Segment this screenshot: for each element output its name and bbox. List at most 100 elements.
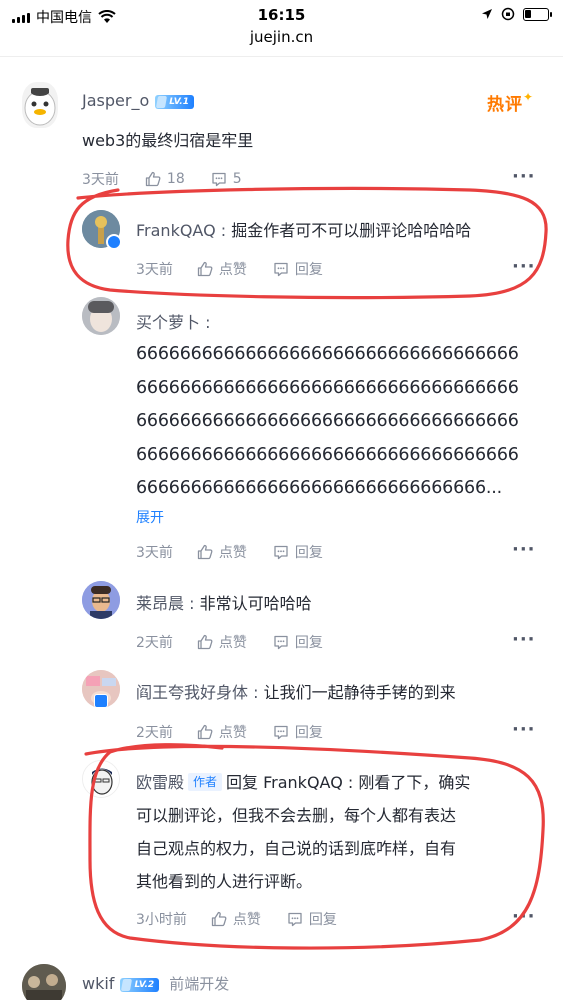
- content-line: 66666666666666666666666666666666666: [136, 411, 519, 431]
- reply-separator: :: [215, 221, 232, 240]
- author-tag: 作者: [188, 773, 223, 791]
- content-line: 66666666666666666666666666666666...: [136, 478, 502, 498]
- reply-count: 5: [232, 171, 242, 187]
- header-divider: [0, 56, 563, 57]
- more-icon[interactable]: ···: [512, 629, 536, 650]
- more-icon[interactable]: ···: [512, 539, 536, 560]
- like-label: 点赞: [218, 262, 247, 278]
- content-line: 欧雷殿 作者 回复 FrankQAQ : 刚看了下，确实: [136, 766, 546, 799]
- location-icon: [482, 9, 492, 19]
- like-label: 点赞: [232, 912, 261, 928]
- reply-author[interactable]: FrankQAQ: [136, 221, 216, 240]
- comment-author[interactable]: Jasper_o LV.1: [82, 91, 194, 110]
- reply-button[interactable]: 回复: [273, 722, 323, 742]
- comment-icon: [274, 262, 288, 277]
- thumbs-up-icon: [197, 634, 213, 650]
- content-line: 可以删评论，但我不会去删，每个人都有表达: [136, 806, 457, 825]
- avatar[interactable]: [82, 297, 120, 335]
- reply-time: 3天前: [136, 545, 173, 561]
- reply-label: 回复: [308, 912, 337, 928]
- reply-line: 买个萝卜 :: [136, 307, 211, 338]
- reply-button[interactable]: 回复: [273, 259, 323, 279]
- more-icon[interactable]: ···: [512, 166, 536, 187]
- reply-line: FrankQAQ : 掘金作者可不可以删评论哈哈哈哈: [136, 215, 471, 246]
- reply-separator: :: [248, 683, 264, 702]
- content-line: 66666666666666666666666666666666666: [136, 377, 519, 398]
- comment-icon: [274, 725, 288, 740]
- reply-time: 2天前: [136, 635, 173, 651]
- like-button[interactable]: 点赞: [211, 909, 261, 929]
- like-button[interactable]: 点赞: [197, 722, 247, 742]
- reply-line: 莱昂晨 : 非常认可哈哈哈: [136, 588, 312, 619]
- status-bar: 中国电信 16:15 juejin.cn: [0, 0, 563, 46]
- thumbs-up-icon: [197, 544, 213, 560]
- reply-button[interactable]: 回复: [273, 542, 323, 562]
- reply-actions: 3天前 点赞 回复: [136, 259, 349, 279]
- reply-button[interactable]: 回复: [273, 632, 323, 652]
- avatar[interactable]: [22, 82, 58, 128]
- like-count: 18: [166, 171, 185, 187]
- content-line: 66666666666666666666666666666666666: [136, 344, 519, 364]
- reply-author[interactable]: 买个萝卜: [136, 313, 200, 332]
- battery-icon: [523, 7, 552, 21]
- comment-actions: 3天前 18 5: [82, 169, 268, 189]
- comment-content: web3的最终归宿是牢里: [82, 131, 254, 150]
- comment-icon: [288, 912, 302, 927]
- thumbs-up-icon: [197, 724, 213, 740]
- reply-label: 回复: [294, 262, 323, 278]
- like-button[interactable]: 点赞: [197, 542, 247, 562]
- comment-author-name[interactable]: Jasper_o: [82, 91, 149, 110]
- reply-count-button[interactable]: 5: [211, 171, 242, 187]
- avatar[interactable]: [82, 581, 120, 619]
- reply-author[interactable]: 莱昂晨: [136, 594, 184, 613]
- comment-author-name[interactable]: wkif: [82, 974, 114, 993]
- url-bar[interactable]: juejin.cn: [0, 28, 563, 46]
- like-button[interactable]: 18: [145, 171, 185, 187]
- reply-content: 非常认可哈哈哈: [199, 594, 312, 613]
- content-line: 其他看到的人进行评断。: [136, 872, 313, 891]
- reply-actions: 2天前 点赞 回复: [136, 632, 349, 652]
- avatar[interactable]: [82, 760, 120, 798]
- clock: 16:15: [257, 6, 306, 24]
- like-button[interactable]: 点赞: [197, 632, 247, 652]
- thumbs-up-icon: [211, 911, 227, 927]
- more-icon[interactable]: ···: [512, 906, 536, 927]
- comment-icon: [274, 635, 288, 650]
- thumbs-up-icon: [145, 171, 161, 187]
- reply-actions: 2天前 点赞 回复: [136, 722, 349, 742]
- thumbs-up-icon: [197, 261, 213, 277]
- more-icon[interactable]: ···: [512, 256, 536, 277]
- reply-content: 66666666666666666666666666666666666 6666…: [136, 338, 519, 506]
- reply-label: 回复: [294, 635, 323, 651]
- comment-icon: [274, 545, 288, 560]
- level-badge: LV.1: [155, 94, 194, 109]
- reply-content: 掘金作者可不可以删评论哈哈哈哈: [231, 221, 472, 240]
- more-icon[interactable]: ···: [512, 719, 536, 740]
- reply-separator: :: [342, 773, 359, 792]
- expand-link[interactable]: 展开: [136, 507, 164, 527]
- reply-to[interactable]: 回复 FrankQAQ: [226, 773, 343, 792]
- level-badge: LV.2: [120, 977, 160, 992]
- orientation-lock-icon: [501, 7, 515, 21]
- comment-author[interactable]: wkif LV.2 前端开发: [82, 973, 229, 994]
- reply-author[interactable]: 阎王夸我好身体: [136, 683, 248, 702]
- comment-icon: [212, 172, 226, 187]
- reply-separator: :: [184, 594, 200, 613]
- reply-label: 回复: [294, 725, 323, 741]
- reply-actions: 3小时前 点赞 回复: [136, 909, 363, 929]
- reply-content: 让我们一起静待手铐的到来: [263, 683, 456, 702]
- reply-time: 2天前: [136, 725, 173, 741]
- content-line: 自己观点的权力，自己说的话到底咋样，自有: [136, 839, 457, 858]
- reply-time: 3天前: [136, 262, 173, 278]
- like-label: 点赞: [218, 545, 247, 561]
- reply-actions: 3天前 点赞 回复: [136, 542, 349, 562]
- content-line: 66666666666666666666666666666666666: [136, 444, 519, 465]
- author-job: 前端开发: [169, 975, 230, 993]
- reply-author[interactable]: 欧雷殿: [136, 773, 184, 792]
- reply-button[interactable]: 回复: [287, 909, 337, 929]
- like-label: 点赞: [218, 635, 247, 651]
- reply-content: 欧雷殿 作者 回复 FrankQAQ : 刚看了下，确实 可以删评论，但我不会去删，…: [136, 766, 546, 898]
- avatar[interactable]: [22, 964, 66, 1000]
- like-button[interactable]: 点赞: [197, 259, 247, 279]
- like-label: 点赞: [218, 725, 247, 741]
